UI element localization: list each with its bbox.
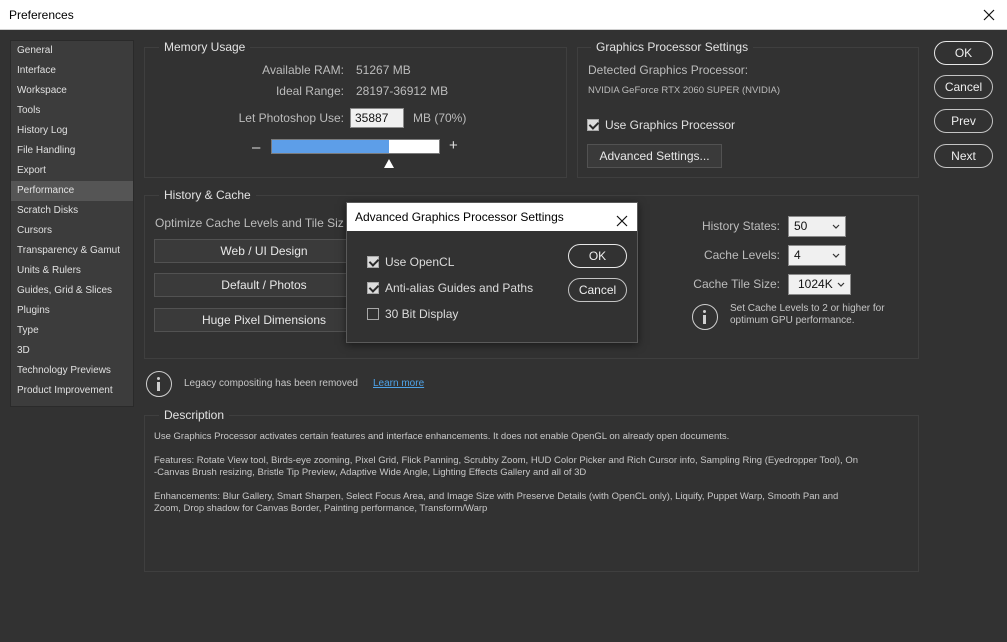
- sidebar-item-units-rulers[interactable]: Units & Rulers: [11, 261, 133, 281]
- detected-gpu-value: NVIDIA GeForce RTX 2060 SUPER (NVIDIA): [588, 85, 780, 96]
- legacy-compositing-text: Legacy compositing has been removed: [184, 378, 358, 389]
- use-gpu-label: Use Graphics Processor: [605, 118, 736, 132]
- photoshop-use-input[interactable]: 35887: [350, 108, 404, 128]
- description-paragraph-3b: Zoom, Drop shadow for Canvas Border, Pai…: [154, 503, 488, 514]
- use-opencl-checkbox[interactable]: [367, 256, 379, 268]
- sidebar-item-tools[interactable]: Tools: [11, 101, 133, 121]
- detected-gpu-label: Detected Graphics Processor:: [588, 63, 749, 77]
- sidebar-item-transparency-gamut[interactable]: Transparency & Gamut: [11, 241, 133, 261]
- chevron-down-icon: [832, 253, 840, 258]
- sidebar-item-export[interactable]: Export: [11, 161, 133, 181]
- description-paragraph-1: Use Graphics Processor activates certain…: [154, 431, 730, 442]
- ideal-range-label: Ideal Range:: [275, 84, 344, 98]
- 30-bit-display-label: 30 Bit Display: [385, 307, 459, 321]
- modal-cancel-button[interactable]: Cancel: [568, 278, 627, 302]
- use-gpu-checkbox[interactable]: [587, 119, 599, 131]
- use-opencl-label: Use OpenCL: [385, 255, 455, 269]
- sidebar-item-technology-previews[interactable]: Technology Previews: [11, 361, 133, 381]
- preset-web-ui-button[interactable]: Web / UI Design: [154, 239, 374, 263]
- available-ram-value: 51267 MB: [356, 63, 411, 77]
- ideal-range-value: 28197-36912 MB: [356, 84, 449, 98]
- available-ram-label: Available RAM:: [262, 63, 344, 77]
- window-title: Preferences: [9, 7, 74, 22]
- memory-usage-title: Memory Usage: [159, 40, 251, 54]
- cache-hint-line2: optimum GPU performance.: [730, 315, 855, 326]
- cache-tile-select[interactable]: 1024K: [788, 274, 851, 295]
- chevron-down-icon: [832, 224, 840, 229]
- memory-decrease-button[interactable]: –: [252, 139, 260, 156]
- cache-levels-value: 4: [794, 248, 801, 262]
- description-paragraph-3a: Enhancements: Blur Gallery, Smart Sharpe…: [154, 491, 839, 502]
- sidebar-item-history-log[interactable]: History Log: [11, 121, 133, 141]
- description-title: Description: [159, 408, 230, 422]
- memory-slider-track[interactable]: [271, 139, 440, 154]
- advanced-settings-button[interactable]: Advanced Settings...: [587, 144, 722, 168]
- gpu-settings-title: Graphics Processor Settings: [591, 40, 754, 54]
- modal-ok-button[interactable]: OK: [568, 244, 627, 268]
- description-paragraph-2b: -Canvas Brush resizing, Bristle Tip Prev…: [154, 467, 587, 478]
- memory-slider-thumb[interactable]: [384, 159, 395, 168]
- history-states-value: 50: [794, 219, 808, 233]
- sidebar-item-plugins[interactable]: Plugins: [11, 301, 133, 321]
- history-states-label: History States:: [701, 219, 780, 233]
- next-button[interactable]: Next: [934, 144, 993, 168]
- advanced-gpu-dialog-title: Advanced Graphics Processor Settings: [355, 210, 564, 224]
- sidebar-item-cursors[interactable]: Cursors: [11, 221, 133, 241]
- description-paragraph-2a: Features: Rotate View tool, Birds-eye zo…: [154, 455, 858, 466]
- cache-tile-label: Cache Tile Size:: [693, 277, 780, 291]
- cache-levels-select[interactable]: 4: [788, 245, 846, 266]
- sidebar-item-scratch-disks[interactable]: Scratch Disks: [11, 201, 133, 221]
- history-cache-title: History & Cache: [159, 188, 256, 202]
- memory-slider-fill: [272, 140, 389, 153]
- sidebar-item-file-handling[interactable]: File Handling: [11, 141, 133, 161]
- history-states-select[interactable]: 50: [788, 216, 846, 237]
- ok-button[interactable]: OK: [934, 41, 993, 65]
- preset-default-photos-button[interactable]: Default / Photos: [154, 273, 374, 297]
- cache-hint-line1: Set Cache Levels to 2 or higher for: [730, 303, 885, 314]
- cache-tile-value: 1024K: [798, 277, 833, 291]
- sidebar-item-type[interactable]: Type: [11, 321, 133, 341]
- preset-huge-pixel-button[interactable]: Huge Pixel Dimensions: [154, 308, 374, 332]
- chevron-down-icon: [837, 282, 845, 287]
- photoshop-use-unit: MB (70%): [413, 111, 467, 125]
- 30-bit-display-checkbox[interactable]: [367, 308, 379, 320]
- optimize-cache-label: Optimize Cache Levels and Tile Siz: [155, 216, 344, 230]
- memory-increase-button[interactable]: +: [449, 137, 458, 154]
- sidebar-item-workspace[interactable]: Workspace: [11, 81, 133, 101]
- info-icon: [146, 371, 172, 397]
- window-titlebar: Preferences: [0, 0, 1007, 30]
- sidebar-item-product-improvement[interactable]: Product Improvement: [11, 381, 133, 401]
- sidebar-item-general[interactable]: General: [11, 41, 133, 61]
- sidebar-item-interface[interactable]: Interface: [11, 61, 133, 81]
- advanced-gpu-dialog: Advanced Graphics Processor Settings Use…: [346, 202, 638, 343]
- info-icon: [692, 304, 718, 330]
- anti-alias-checkbox[interactable]: [367, 282, 379, 294]
- sidebar-nav: General Interface Workspace Tools Histor…: [10, 40, 134, 407]
- close-icon[interactable]: [615, 210, 629, 227]
- prev-button[interactable]: Prev: [934, 109, 993, 133]
- sidebar-item-performance[interactable]: Performance: [11, 181, 133, 201]
- cancel-button[interactable]: Cancel: [934, 75, 993, 99]
- sidebar-item-3d[interactable]: 3D: [11, 341, 133, 361]
- photoshop-use-label: Let Photoshop Use:: [238, 111, 344, 125]
- close-icon[interactable]: [979, 5, 999, 25]
- cache-levels-label: Cache Levels:: [703, 248, 780, 262]
- learn-more-link[interactable]: Learn more: [373, 378, 424, 389]
- sidebar-item-guides-grid-slices[interactable]: Guides, Grid & Slices: [11, 281, 133, 301]
- advanced-gpu-dialog-titlebar: Advanced Graphics Processor Settings: [347, 203, 637, 231]
- anti-alias-label: Anti-alias Guides and Paths: [385, 281, 534, 295]
